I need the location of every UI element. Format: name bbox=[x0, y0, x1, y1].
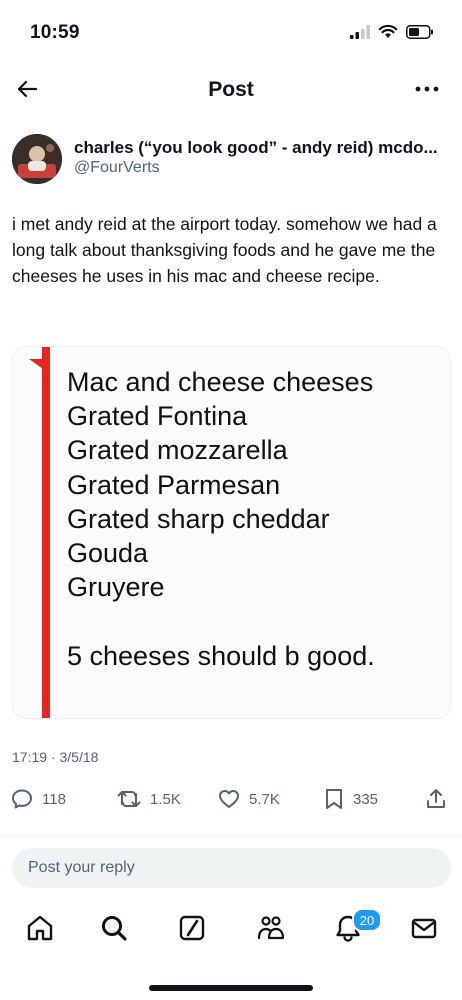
post-text: i met andy reid at the airport today. so… bbox=[12, 214, 437, 286]
status-icons bbox=[350, 24, 434, 39]
heart-icon bbox=[219, 790, 239, 808]
author-name[interactable]: charles (“you look good” - andy reid) mc… bbox=[74, 138, 450, 158]
post-media-image[interactable]: Mac and cheese cheeses Grated Fontina Gr… bbox=[12, 346, 451, 719]
search-icon bbox=[102, 916, 127, 941]
notification-badge: 20 bbox=[352, 908, 382, 932]
reply-button[interactable]: 118 bbox=[10, 787, 66, 811]
comment-icon bbox=[12, 789, 32, 809]
tab-grok[interactable] bbox=[174, 910, 210, 946]
note-line: Mac and cheese cheeses bbox=[67, 367, 374, 397]
mail-icon bbox=[411, 918, 437, 939]
repost-button[interactable]: 1.5K bbox=[116, 787, 181, 811]
tab-home[interactable] bbox=[22, 910, 58, 946]
note-lines: Mac and cheese cheeses Grated Fontina Gr… bbox=[67, 365, 373, 604]
post-timestamp: 17:19 · 3/5/18 bbox=[12, 749, 99, 765]
note-line: Grated Parmesan bbox=[67, 469, 281, 500]
tab-communities[interactable] bbox=[253, 910, 289, 946]
share-icon bbox=[427, 789, 445, 808]
home-icon bbox=[27, 915, 53, 941]
grok-icon bbox=[179, 915, 205, 941]
avatar-image bbox=[12, 134, 62, 184]
repost-count: 1.5K bbox=[150, 790, 181, 808]
note-line: Grated mozzarella bbox=[67, 435, 288, 466]
signal-icon bbox=[350, 24, 370, 39]
bookmark-count: 335 bbox=[353, 790, 379, 808]
people-icon bbox=[257, 916, 285, 940]
note-line: Grated Fontina bbox=[67, 401, 248, 432]
more-options-button[interactable] bbox=[412, 74, 442, 104]
tab-search[interactable] bbox=[96, 910, 132, 946]
like-button[interactable]: 5.7K bbox=[217, 787, 280, 811]
note-line: Grated sharp cheddar bbox=[67, 503, 330, 534]
bookmark-icon bbox=[326, 789, 342, 809]
battery-icon bbox=[406, 24, 433, 39]
reply-input[interactable] bbox=[12, 848, 444, 888]
repost-icon bbox=[117, 791, 141, 807]
share-button[interactable] bbox=[424, 787, 448, 811]
note-line: Gouda bbox=[67, 537, 149, 568]
reply-count: 118 bbox=[42, 790, 66, 808]
bookmark-button[interactable]: 335 bbox=[323, 787, 378, 811]
reply-box[interactable] bbox=[12, 848, 451, 888]
note-margin-flag bbox=[29, 359, 43, 369]
note-margin-line bbox=[42, 347, 50, 718]
note-line: Gruyere bbox=[67, 572, 165, 603]
tab-messages[interactable] bbox=[406, 910, 442, 946]
note-closing-line: 5 cheeses should b good. bbox=[67, 641, 375, 671]
author-handle[interactable]: @FourVerts bbox=[74, 159, 160, 177]
divider bbox=[0, 836, 462, 837]
avatar[interactable] bbox=[12, 134, 62, 184]
like-count: 5.7K bbox=[249, 790, 280, 808]
wifi-icon bbox=[378, 24, 398, 38]
status-time: 10:59 bbox=[30, 22, 80, 43]
more-horizontal-icon bbox=[415, 86, 439, 92]
page-title: Post bbox=[208, 78, 254, 101]
home-indicator bbox=[149, 985, 313, 991]
